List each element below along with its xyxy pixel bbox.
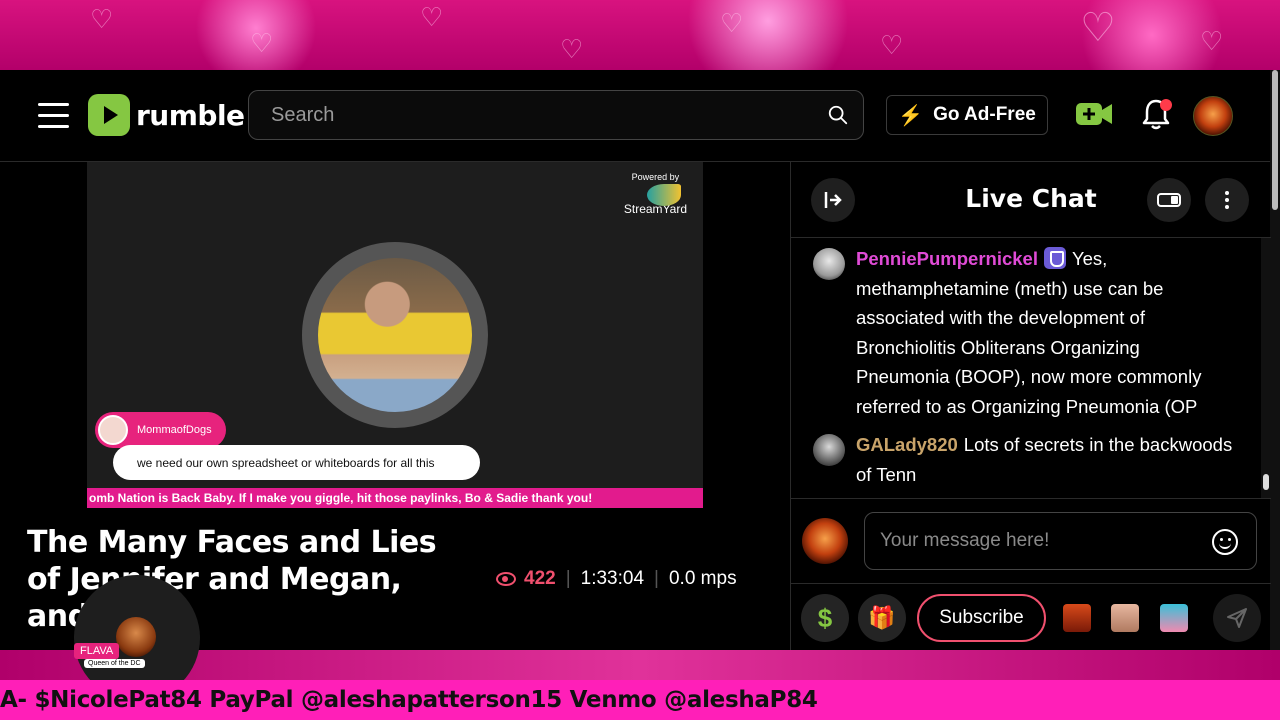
search-icon[interactable] xyxy=(827,104,849,126)
divider: | xyxy=(654,568,659,589)
subscribe-button[interactable]: Subscribe xyxy=(917,594,1046,642)
page-scrollbar[interactable] xyxy=(1270,70,1280,650)
emote-fire-icon[interactable] xyxy=(1063,604,1091,632)
messages-per-second: 0.0 mps xyxy=(668,568,737,589)
dollar-icon: $ xyxy=(817,602,833,633)
chat-options-button[interactable] xyxy=(1205,178,1249,222)
commenter-tag: MommaofDogs xyxy=(95,412,226,448)
heart-icon: ♡ xyxy=(250,28,274,58)
comment-bubble: we need our own spreadsheet or whiteboar… xyxy=(113,445,480,480)
flava-overlay: FLAVA Queen of the DC xyxy=(74,575,200,701)
divider: | xyxy=(565,568,571,589)
rumble-play-icon xyxy=(88,94,130,136)
flava-tag: FLAVA xyxy=(74,643,120,659)
go-ad-free-label: Go Ad-Free xyxy=(933,104,1036,125)
flava-subtitle: Queen of the DC xyxy=(84,659,145,668)
go-ad-free-button[interactable]: ⚡ Go Ad-Free xyxy=(886,95,1048,135)
rant-button[interactable]: $ xyxy=(801,594,849,642)
chat-message: PenniePumpernickel Yes, methamphetamine (… xyxy=(813,244,1233,421)
chat-username[interactable]: PenniePumpernickel xyxy=(856,248,1038,269)
emote-face-icon[interactable] xyxy=(1111,604,1139,632)
rumble-logo[interactable]: rumble xyxy=(88,92,245,138)
heart-icon: ♡ xyxy=(420,2,444,32)
chat-user-avatar[interactable] xyxy=(813,434,845,466)
chat-actions: $ 🎁 Subscribe xyxy=(791,584,1271,650)
chat-message-input[interactable] xyxy=(865,513,1195,569)
chat-mode-toggle[interactable] xyxy=(1147,178,1191,222)
user-avatar[interactable] xyxy=(1193,96,1233,136)
chat-messages: PenniePumpernickel Yes, methamphetamine (… xyxy=(791,238,1261,498)
top-navbar: rumble ⚡ Go Ad-Free xyxy=(0,70,1270,162)
view-count: 422 xyxy=(524,568,556,589)
chat-user-avatar[interactable] xyxy=(813,248,845,280)
live-chat-panel: Live Chat PenniePumpernickel Yes, methamp… xyxy=(790,162,1271,650)
my-avatar xyxy=(802,518,848,564)
gift-button[interactable]: 🎁 xyxy=(858,594,906,642)
scrolling-ticker: omb Nation is Back Baby. If I make you g… xyxy=(87,488,703,508)
heart-icon: ♡ xyxy=(560,34,584,64)
send-button[interactable] xyxy=(1213,594,1261,642)
video-player[interactable]: Powered by StreamYard MommaofDogs we nee… xyxy=(87,162,703,508)
heart-icon: ♡ xyxy=(90,4,114,34)
search-input[interactable] xyxy=(249,91,809,139)
heart-icon: ♡ xyxy=(720,8,744,38)
message-box xyxy=(864,512,1257,570)
screen: ♡ ♡ ♡ ♡ ♡ ♡ ♡ ♡ rumble ⚡ Go Ad-Free xyxy=(0,0,1280,720)
chat-scrollbar[interactable] xyxy=(1261,238,1271,498)
menu-icon[interactable] xyxy=(38,103,69,129)
gift-icon: 🎁 xyxy=(868,605,896,630)
heart-icon: ♡ xyxy=(1200,26,1224,56)
flava-avatar xyxy=(116,617,156,657)
bolt-icon: ⚡ xyxy=(898,104,924,127)
heart-background-top: ♡ ♡ ♡ ♡ ♡ ♡ ♡ ♡ xyxy=(0,0,1280,70)
commenter-name: MommaofDogs xyxy=(137,424,212,436)
emote-gift-icon[interactable] xyxy=(1160,604,1188,632)
chat-header: Live Chat xyxy=(791,162,1271,238)
payment-banner: A- $NicolePat84 PayPal @aleshapatterson1… xyxy=(0,680,1280,720)
chat-message-text: Yes, methamphetamine (meth) use can be a… xyxy=(856,248,1202,417)
search-box xyxy=(248,90,864,140)
stream-duration: 1:33:04 xyxy=(580,568,645,589)
go-live-camera-icon[interactable] xyxy=(1075,100,1113,128)
notification-badge xyxy=(1160,99,1172,111)
emoji-icon[interactable] xyxy=(1212,529,1238,555)
eye-icon xyxy=(496,572,516,586)
heart-icon: ♡ xyxy=(1080,6,1116,50)
chat-composer xyxy=(791,498,1271,584)
powered-by-label: Powered by xyxy=(631,172,680,182)
chat-title: Live Chat xyxy=(965,184,1097,213)
chat-username[interactable]: GALady820 xyxy=(856,434,958,455)
heart-icon: ♡ xyxy=(880,30,904,60)
commenter-avatar xyxy=(98,415,128,445)
toggle-icon xyxy=(1157,193,1181,207)
chat-message: GALady820 Lots of secrets in the backwood… xyxy=(813,430,1233,489)
send-icon xyxy=(1227,608,1247,628)
logo-text: rumble xyxy=(136,98,245,132)
streamyard-logo-icon xyxy=(647,184,681,206)
shield-badge-icon xyxy=(1043,247,1066,269)
webcam-feed xyxy=(302,242,488,428)
video-stats: 422 | 1:33:04 | 0.0 mps xyxy=(496,568,737,590)
more-options-icon xyxy=(1225,191,1229,209)
